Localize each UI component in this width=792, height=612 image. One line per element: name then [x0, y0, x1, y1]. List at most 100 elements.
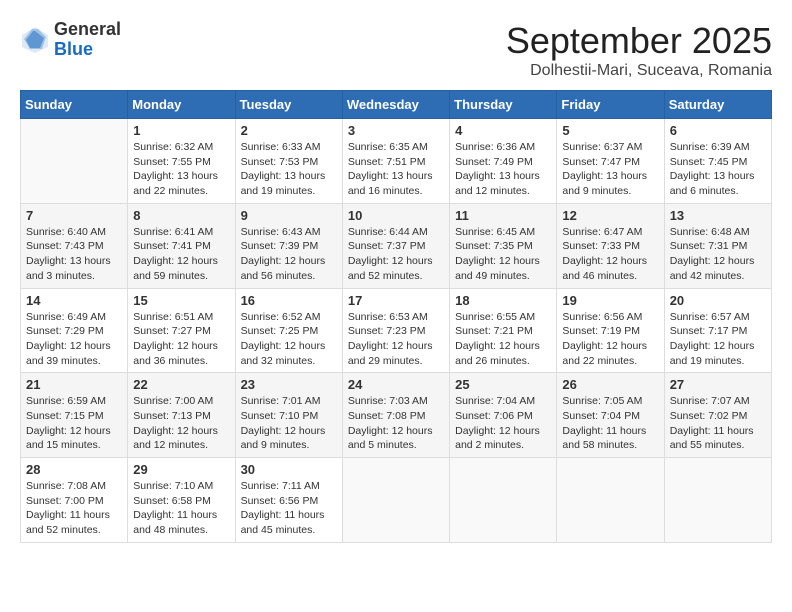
cell-content: Sunrise: 6:49 AM Sunset: 7:29 PM Dayligh…: [26, 310, 122, 369]
calendar-cell: 18 Sunrise: 6:55 AM Sunset: 7:21 PM Dayli…: [450, 288, 557, 373]
day-number: 1: [133, 123, 229, 138]
calendar-cell: [664, 458, 771, 543]
cell-content: Sunrise: 6:44 AM Sunset: 7:37 PM Dayligh…: [348, 225, 444, 284]
cell-content: Sunrise: 7:01 AM Sunset: 7:10 PM Dayligh…: [241, 394, 337, 453]
calendar-cell: 22 Sunrise: 7:00 AM Sunset: 7:13 PM Dayli…: [128, 373, 235, 458]
day-number: 25: [455, 377, 551, 392]
day-number: 9: [241, 208, 337, 223]
calendar-cell: 15Sunrise: 6:51 AM Sunset: 7:27 PM Dayli…: [128, 288, 235, 373]
day-number: 20: [670, 293, 766, 308]
calendar-week-row: 21 Sunrise: 6:59 AM Sunset: 7:15 PM Dayli…: [21, 373, 772, 458]
title-block: September 2025 Dolhestii-Mari, Suceava, …: [506, 20, 772, 80]
calendar-cell: 11Sunrise: 6:45 AM Sunset: 7:35 PM Dayli…: [450, 203, 557, 288]
day-number: 21: [26, 377, 122, 392]
calendar-col-header: Friday: [557, 91, 664, 119]
calendar-cell: 8 Sunrise: 6:41 AM Sunset: 7:41 PM Daylig…: [128, 203, 235, 288]
cell-content: Sunrise: 6:33 AM Sunset: 7:53 PM Dayligh…: [241, 140, 337, 199]
calendar-col-header: Saturday: [664, 91, 771, 119]
cell-content: Sunrise: 6:52 AM Sunset: 7:25 PM Dayligh…: [241, 310, 337, 369]
cell-content: Sunrise: 6:53 AM Sunset: 7:23 PM Dayligh…: [348, 310, 444, 369]
day-number: 23: [241, 377, 337, 392]
day-number: 18: [455, 293, 551, 308]
calendar-cell: 12 Sunrise: 6:47 AM Sunset: 7:33 PM Dayli…: [557, 203, 664, 288]
calendar-cell: 14 Sunrise: 6:49 AM Sunset: 7:29 PM Dayli…: [21, 288, 128, 373]
calendar-col-header: Thursday: [450, 91, 557, 119]
calendar-header-row: SundayMondayTuesdayWednesdayThursdayFrid…: [21, 91, 772, 119]
day-number: 14: [26, 293, 122, 308]
calendar-cell: 6 Sunrise: 6:39 AM Sunset: 7:45 PM Daylig…: [664, 119, 771, 204]
cell-content: Sunrise: 7:10 AM Sunset: 6:58 PM Dayligh…: [133, 479, 229, 538]
calendar-cell: 17Sunrise: 6:53 AM Sunset: 7:23 PM Dayli…: [342, 288, 449, 373]
day-number: 7: [26, 208, 122, 223]
calendar-cell: 5Sunrise: 6:37 AM Sunset: 7:47 PM Daylig…: [557, 119, 664, 204]
cell-content: Sunrise: 7:03 AM Sunset: 7:08 PM Dayligh…: [348, 394, 444, 453]
page-header: General Blue September 2025 Dolhestii-Ma…: [20, 20, 772, 80]
calendar-cell: 21 Sunrise: 6:59 AM Sunset: 7:15 PM Dayli…: [21, 373, 128, 458]
cell-content: Sunrise: 6:32 AM Sunset: 7:55 PM Dayligh…: [133, 140, 229, 199]
cell-content: Sunrise: 7:07 AM Sunset: 7:02 PM Dayligh…: [670, 394, 766, 453]
calendar-week-row: 7 Sunrise: 6:40 AM Sunset: 7:43 PM Daylig…: [21, 203, 772, 288]
day-number: 10: [348, 208, 444, 223]
calendar-cell: 4Sunrise: 6:36 AM Sunset: 7:49 PM Daylig…: [450, 119, 557, 204]
cell-content: Sunrise: 6:55 AM Sunset: 7:21 PM Dayligh…: [455, 310, 551, 369]
day-number: 6: [670, 123, 766, 138]
calendar-table: SundayMondayTuesdayWednesdayThursdayFrid…: [20, 90, 772, 543]
cell-content: Sunrise: 6:41 AM Sunset: 7:41 PM Dayligh…: [133, 225, 229, 284]
cell-content: Sunrise: 6:45 AM Sunset: 7:35 PM Dayligh…: [455, 225, 551, 284]
logo-icon: [20, 25, 50, 55]
calendar-cell: 23 Sunrise: 7:01 AM Sunset: 7:10 PM Dayli…: [235, 373, 342, 458]
cell-content: Sunrise: 6:56 AM Sunset: 7:19 PM Dayligh…: [562, 310, 658, 369]
cell-content: Sunrise: 7:08 AM Sunset: 7:00 PM Dayligh…: [26, 479, 122, 538]
cell-content: Sunrise: 6:47 AM Sunset: 7:33 PM Dayligh…: [562, 225, 658, 284]
calendar-cell: 16 Sunrise: 6:52 AM Sunset: 7:25 PM Dayli…: [235, 288, 342, 373]
day-number: 16: [241, 293, 337, 308]
logo-blue: Blue: [54, 40, 121, 60]
day-number: 19: [562, 293, 658, 308]
calendar-cell: 19 Sunrise: 6:56 AM Sunset: 7:19 PM Dayli…: [557, 288, 664, 373]
cell-content: Sunrise: 6:48 AM Sunset: 7:31 PM Dayligh…: [670, 225, 766, 284]
calendar-cell: 20 Sunrise: 6:57 AM Sunset: 7:17 PM Dayli…: [664, 288, 771, 373]
day-number: 30: [241, 462, 337, 477]
calendar-cell: 27 Sunrise: 7:07 AM Sunset: 7:02 PM Dayli…: [664, 373, 771, 458]
day-number: 13: [670, 208, 766, 223]
day-number: 29: [133, 462, 229, 477]
cell-content: Sunrise: 6:59 AM Sunset: 7:15 PM Dayligh…: [26, 394, 122, 453]
calendar-cell: 25 Sunrise: 7:04 AM Sunset: 7:06 PM Dayli…: [450, 373, 557, 458]
day-number: 28: [26, 462, 122, 477]
location: Dolhestii-Mari, Suceava, Romania: [506, 62, 772, 80]
cell-content: Sunrise: 6:51 AM Sunset: 7:27 PM Dayligh…: [133, 310, 229, 369]
cell-content: Sunrise: 6:40 AM Sunset: 7:43 PM Dayligh…: [26, 225, 122, 284]
cell-content: Sunrise: 7:00 AM Sunset: 7:13 PM Dayligh…: [133, 394, 229, 453]
calendar-week-row: 14 Sunrise: 6:49 AM Sunset: 7:29 PM Dayli…: [21, 288, 772, 373]
calendar-cell: [21, 119, 128, 204]
calendar-cell: 13 Sunrise: 6:48 AM Sunset: 7:31 PM Dayli…: [664, 203, 771, 288]
calendar-cell: [450, 458, 557, 543]
day-number: 12: [562, 208, 658, 223]
cell-content: Sunrise: 6:36 AM Sunset: 7:49 PM Dayligh…: [455, 140, 551, 199]
day-number: 24: [348, 377, 444, 392]
calendar-cell: 24 Sunrise: 7:03 AM Sunset: 7:08 PM Dayli…: [342, 373, 449, 458]
calendar-cell: 9Sunrise: 6:43 AM Sunset: 7:39 PM Daylig…: [235, 203, 342, 288]
cell-content: Sunrise: 7:11 AM Sunset: 6:56 PM Dayligh…: [241, 479, 337, 538]
day-number: 27: [670, 377, 766, 392]
cell-content: Sunrise: 7:04 AM Sunset: 7:06 PM Dayligh…: [455, 394, 551, 453]
cell-content: Sunrise: 6:39 AM Sunset: 7:45 PM Dayligh…: [670, 140, 766, 199]
day-number: 8: [133, 208, 229, 223]
calendar-cell: [557, 458, 664, 543]
calendar-cell: 26Sunrise: 7:05 AM Sunset: 7:04 PM Dayli…: [557, 373, 664, 458]
calendar-cell: 3Sunrise: 6:35 AM Sunset: 7:51 PM Daylig…: [342, 119, 449, 204]
calendar-col-header: Sunday: [21, 91, 128, 119]
calendar-cell: 10 Sunrise: 6:44 AM Sunset: 7:37 PM Dayli…: [342, 203, 449, 288]
calendar-cell: 28 Sunrise: 7:08 AM Sunset: 7:00 PM Dayli…: [21, 458, 128, 543]
calendar-cell: [342, 458, 449, 543]
day-number: 26: [562, 377, 658, 392]
calendar-cell: 2 Sunrise: 6:33 AM Sunset: 7:53 PM Daylig…: [235, 119, 342, 204]
day-number: 2: [241, 123, 337, 138]
calendar-cell: 1 Sunrise: 6:32 AM Sunset: 7:55 PM Daylig…: [128, 119, 235, 204]
logo: General Blue: [20, 20, 121, 60]
day-number: 22: [133, 377, 229, 392]
calendar-cell: 7 Sunrise: 6:40 AM Sunset: 7:43 PM Daylig…: [21, 203, 128, 288]
cell-content: Sunrise: 6:37 AM Sunset: 7:47 PM Dayligh…: [562, 140, 658, 199]
calendar-cell: 29 Sunrise: 7:10 AM Sunset: 6:58 PM Dayli…: [128, 458, 235, 543]
cell-content: Sunrise: 6:57 AM Sunset: 7:17 PM Dayligh…: [670, 310, 766, 369]
